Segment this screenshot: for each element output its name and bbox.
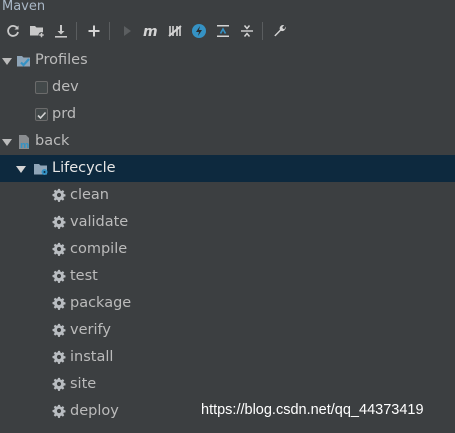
tree-node-profiles[interactable]: Profiles <box>0 47 455 74</box>
phase-label: deploy <box>70 403 119 419</box>
gear-icon <box>52 215 68 231</box>
profile-prd-checkbox[interactable] <box>35 108 48 121</box>
gear-icon <box>52 242 68 258</box>
lifecycle-phase-site[interactable]: site <box>0 371 455 398</box>
gear-icon <box>52 296 68 312</box>
plus-icon[interactable] <box>83 20 105 42</box>
gear-icon <box>52 377 68 393</box>
lifecycle-folder-icon <box>34 164 48 175</box>
profiles-label: Profiles <box>35 52 88 68</box>
phase-label: site <box>70 376 97 392</box>
gear-icon <box>52 350 68 366</box>
checkmark-icon <box>37 111 47 120</box>
gear-icon <box>52 269 68 285</box>
expand-arrow-icon[interactable] <box>2 137 12 147</box>
phase-label: test <box>70 268 98 284</box>
expand-arrow-icon[interactable] <box>2 56 12 66</box>
panel-title: Maven <box>2 0 46 14</box>
lifecycle-phase-package[interactable]: package <box>0 290 455 317</box>
toolbar-separator <box>76 22 77 40</box>
profile-dev-checkbox[interactable] <box>35 81 48 94</box>
phase-label: clean <box>70 187 109 203</box>
lifecycle-phase-validate[interactable]: validate <box>0 209 455 236</box>
lifecycle-phase-install[interactable]: install <box>0 344 455 371</box>
phase-label: install <box>70 349 114 365</box>
phase-label: verify <box>70 322 111 338</box>
profiles-icon <box>17 56 30 67</box>
svg-text:m: m <box>143 24 158 39</box>
expand-icon[interactable] <box>236 20 258 42</box>
toolbar-separator <box>262 22 263 40</box>
lifecycle-phase-compile[interactable]: compile <box>0 236 455 263</box>
offline-icon[interactable] <box>188 20 210 42</box>
collapse-icon[interactable] <box>212 20 234 42</box>
svg-text:m: m <box>20 141 29 150</box>
profile-dev-label: dev <box>52 79 79 95</box>
add-folder-icon[interactable] <box>26 20 48 42</box>
lifecycle-label: Lifecycle <box>52 160 116 176</box>
project-label: back <box>35 133 70 149</box>
m-icon[interactable]: m <box>140 20 162 42</box>
lifecycle-phase-clean[interactable]: clean <box>0 182 455 209</box>
profile-prd-label: prd <box>52 106 77 122</box>
tree-node-lifecycle[interactable]: Lifecycle <box>0 155 455 182</box>
phase-label: compile <box>70 241 128 257</box>
download-icon[interactable] <box>50 20 72 42</box>
tree-node-back[interactable]: m back <box>0 128 455 155</box>
profile-item-dev[interactable]: dev <box>0 74 455 101</box>
toolbar-separator <box>109 22 110 40</box>
phase-label: validate <box>70 214 129 230</box>
skip-tests-icon[interactable] <box>164 20 186 42</box>
gear-icon <box>52 323 68 339</box>
run-icon[interactable] <box>116 20 138 42</box>
refresh-icon[interactable] <box>2 20 24 42</box>
lifecycle-phase-test[interactable]: test <box>0 263 455 290</box>
wrench-icon[interactable] <box>269 20 291 42</box>
gear-icon <box>52 404 68 420</box>
gear-icon <box>52 188 68 204</box>
expand-arrow-icon[interactable] <box>16 164 26 174</box>
lifecycle-phase-verify[interactable]: verify <box>0 317 455 344</box>
maven-project-icon: m <box>19 135 29 150</box>
profile-item-prd[interactable]: prd <box>0 101 455 128</box>
phase-label: package <box>70 295 132 311</box>
maven-toolbar: m <box>0 15 455 47</box>
watermark-text: https://blog.csdn.net/qq_44373419 <box>201 402 424 418</box>
